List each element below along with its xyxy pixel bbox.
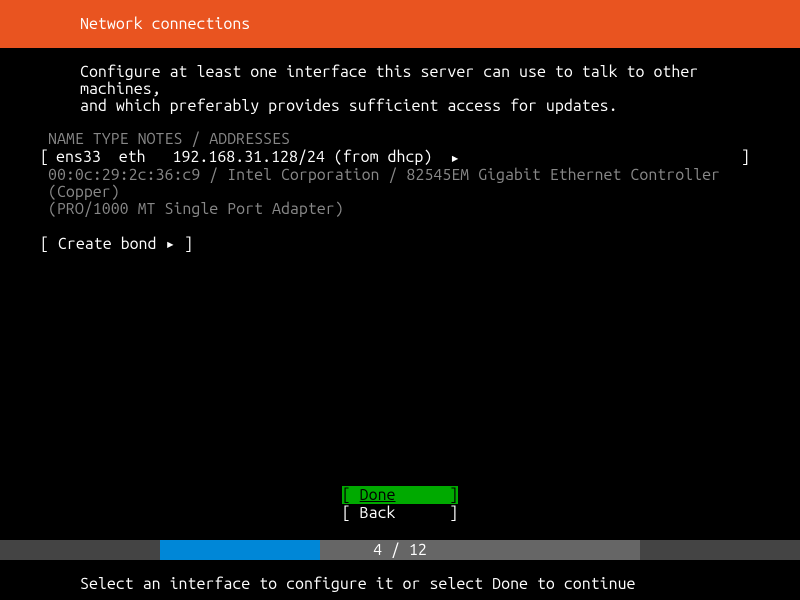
table-header: NAME TYPE NOTES / ADDRESSES: [0, 114, 800, 148]
spacer: [146, 148, 173, 167]
header-bar: Network connections: [0, 0, 800, 48]
buttons-area: [ Done ] [ Back ]: [0, 486, 800, 522]
progress-text: 4 / 12: [0, 541, 800, 559]
bracket-right: ]: [741, 148, 760, 167]
chevron-right-icon: ▸: [165, 234, 175, 253]
done-label: Done: [360, 486, 396, 504]
bracket-left: [: [40, 148, 56, 167]
instruction-line-1: Configure at least one interface this se…: [80, 64, 720, 98]
spacer: [432, 148, 450, 167]
back-button[interactable]: [ Back ]: [342, 504, 459, 522]
instruction-line-2: and which preferably provides sufficient…: [80, 98, 720, 115]
page-title: Network connections: [80, 15, 250, 33]
progress-bar: 4 / 12: [0, 540, 800, 560]
bracket-right: ]: [184, 235, 193, 253]
chevron-right-icon: ▸: [450, 148, 460, 167]
bond-label: Create bond: [58, 235, 157, 253]
footer-hint: Select an interface to configure it or s…: [80, 575, 636, 593]
interface-detail-1: 00:0c:29:2c:36:c9 / Intel Corporation / …: [0, 167, 800, 201]
interface-detail-2: (PRO/1000 MT Single Port Adapter): [0, 201, 800, 218]
bracket-left: [: [40, 235, 58, 253]
interface-name: ens33: [56, 148, 101, 167]
done-button[interactable]: [ Done ]: [342, 486, 459, 504]
instructions: Configure at least one interface this se…: [0, 48, 800, 114]
interface-address: 192.168.31.128/24 (from dhcp): [173, 148, 433, 167]
interface-row[interactable]: [ ens33 eth 192.168.31.128/24 (from dhcp…: [0, 148, 800, 167]
interface-type: eth: [119, 148, 146, 167]
create-bond-button[interactable]: [ Create bond ▸ ]: [0, 218, 800, 253]
back-label: Back: [360, 504, 396, 522]
spacer: [101, 148, 119, 167]
